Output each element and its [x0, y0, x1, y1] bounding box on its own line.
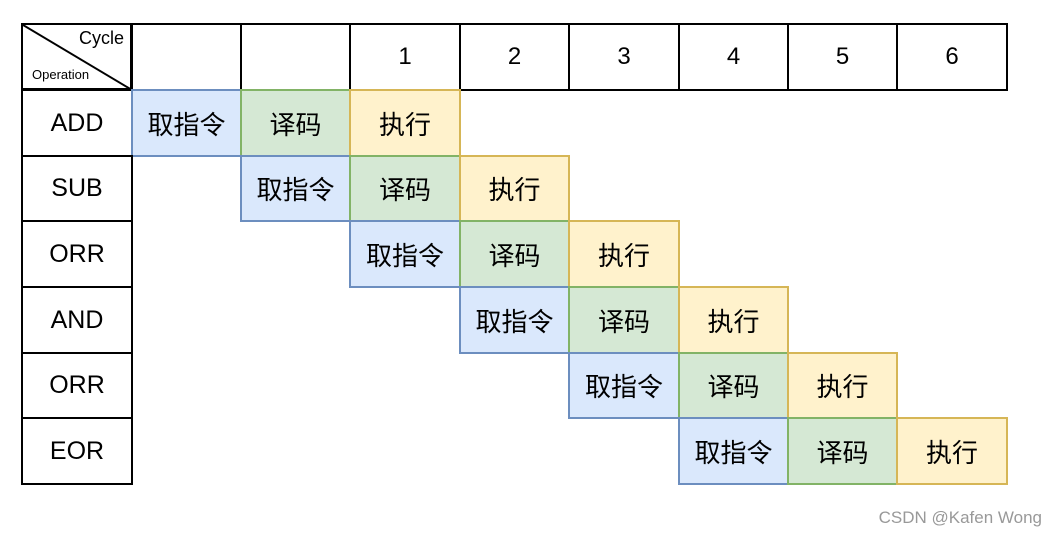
cycle-axis-label: Cycle	[78, 28, 124, 48]
execute-stage-cell: 执行	[349, 89, 461, 157]
execute-stage-cell: 执行	[678, 286, 789, 354]
decode-stage-cell: 译码	[678, 352, 789, 419]
watermark: CSDN @Kafen Wong	[878, 508, 1042, 527]
fetch-stage-cell: 取指令	[131, 89, 242, 157]
fetch-stage-cell: 取指令	[568, 352, 680, 419]
decode-stage-cell: 译码	[568, 286, 680, 354]
cycle-header-cell	[131, 23, 242, 91]
decode-stage-cell: 译码	[240, 89, 351, 157]
decode-stage-cell: 译码	[349, 155, 461, 222]
execute-stage-cell: 执行	[896, 417, 1008, 485]
fetch-stage-cell: 取指令	[240, 155, 351, 222]
operation-label: SUB	[21, 155, 133, 222]
operation-label: ORR	[21, 352, 133, 419]
execute-stage-cell: 执行	[787, 352, 898, 419]
cycle-header-cell: 2	[459, 23, 570, 91]
operation-label: ADD	[21, 89, 133, 157]
cycle-header-cell: 4	[678, 23, 789, 91]
execute-stage-cell: 执行	[459, 155, 570, 222]
cycle-header-cell: 3	[568, 23, 680, 91]
operation-axis-label: Operation	[32, 67, 90, 82]
decode-stage-cell: 译码	[459, 220, 570, 288]
operation-label: EOR	[21, 417, 133, 485]
fetch-stage-cell: 取指令	[459, 286, 570, 354]
cycle-header-cell: 6	[896, 23, 1008, 91]
corner-header-cell: Cycle Operation	[21, 23, 133, 91]
operation-label: ORR	[21, 220, 133, 288]
decode-stage-cell: 译码	[787, 417, 898, 485]
execute-stage-cell: 执行	[568, 220, 680, 288]
cycle-header-cell: 1	[349, 23, 461, 91]
fetch-stage-cell: 取指令	[678, 417, 789, 485]
cycle-header-cell: 5	[787, 23, 898, 91]
fetch-stage-cell: 取指令	[349, 220, 461, 288]
cycle-header-cell	[240, 23, 351, 91]
operation-label: AND	[21, 286, 133, 354]
